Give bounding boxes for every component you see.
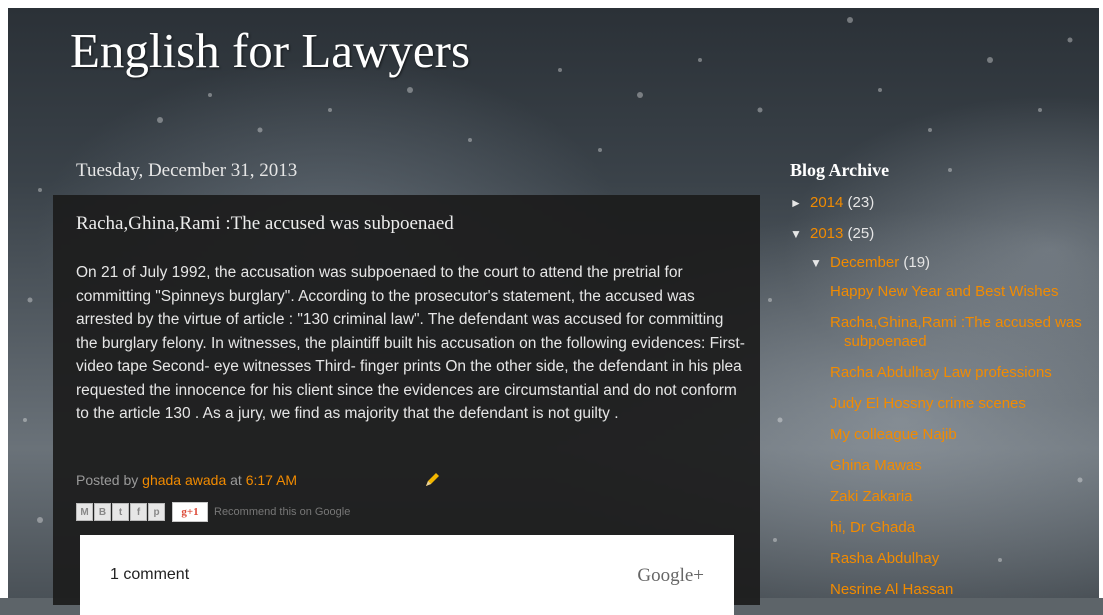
pinterest-share-icon[interactable]: p [148, 503, 165, 521]
archive-post-link[interactable]: Nesrine Al Hassan [830, 581, 953, 598]
at-label: at [230, 472, 242, 488]
post-time-link[interactable]: 6:17 AM [246, 472, 297, 488]
archive-post-item[interactable]: Racha,Ghina,Rami :The accused was subpoe… [790, 307, 1103, 357]
archive-post-link[interactable]: Judy El Hossny crime scenes [830, 395, 1026, 412]
browser-frame-top [0, 0, 1103, 8]
archive-post-item[interactable]: Zaki Zakaria [790, 481, 1103, 512]
archive-year-link[interactable]: 2013 [810, 225, 843, 242]
archive-post-link[interactable]: Racha,Ghina,Rami :The accused was subpoe… [830, 313, 1103, 351]
archive-post-item[interactable]: Nesrine Al Hassan [790, 574, 1103, 605]
blog-title[interactable]: English for Lawyers [70, 22, 470, 79]
post-container: Racha,Ghina,Rami :The accused was subpoe… [53, 195, 760, 615]
post-body: On 21 of July 1992, the accusation was s… [76, 264, 745, 422]
archive-post-link[interactable]: Rasha Abdulhay [830, 550, 939, 567]
archive-post-link[interactable]: Ghina Mawas [830, 457, 922, 474]
post-footer: Posted by ghada awada at 6:17 AM [76, 472, 297, 488]
archive-post-link[interactable]: Racha Abdulhay Law professions [830, 364, 1052, 381]
archive-count: (23) [847, 194, 875, 211]
archive-post-item[interactable]: Rasha Abdulhay [790, 543, 1103, 574]
pencil-edit-icon[interactable] [423, 471, 441, 489]
archive-post-item[interactable]: Ghina Mawas [790, 450, 1103, 481]
archive-post-link[interactable]: hi, Dr Ghada [830, 519, 915, 536]
author-link[interactable]: ghada awada [142, 472, 226, 488]
archive-year-2013[interactable]: ▼ 2013 (25) [790, 218, 1103, 249]
share-row: M B t f p g +1 Recommend this on Google [76, 502, 350, 522]
archive-post-link[interactable]: Zaki Zakaria [830, 488, 913, 505]
posted-by-label: Posted by [76, 472, 139, 488]
archive-post-item[interactable]: Happy New Year and Best Wishes [790, 276, 1103, 307]
recommend-text: Recommend this on Google [214, 506, 351, 518]
sidebar-title: Blog Archive [790, 160, 890, 180]
google-plus-label: Google+ [637, 565, 704, 586]
post-title[interactable]: Racha,Ghina,Rami :The accused was subpoe… [76, 213, 454, 235]
expanded-arrow-icon[interactable]: ▼ [790, 219, 810, 250]
archive-post-item[interactable]: Judy El Hossny crime scenes [790, 388, 1103, 419]
sidebar-blog-archive: Blog Archive ► 2014 (23) ▼ 2013 (25) ▼ Dece… [790, 160, 1103, 605]
archive-post-link[interactable]: My colleague Najib [830, 426, 957, 443]
twitter-share-icon[interactable]: t [112, 503, 129, 521]
post-date-header: Tuesday, December 31, 2013 [76, 160, 298, 181]
archive-month-december[interactable]: ▼ December (19) [790, 249, 1103, 276]
comment-count[interactable]: 1 comment [110, 566, 189, 584]
archive-post-item[interactable]: Racha Abdulhay Law professions [790, 357, 1103, 388]
archive-post-item[interactable]: My colleague Najib [790, 419, 1103, 450]
archive-post-item[interactable]: hi, Dr Ghada [790, 512, 1103, 543]
plus-one-label: +1 [186, 506, 199, 518]
collapsed-arrow-icon[interactable]: ► [790, 188, 810, 219]
comments-box: 1 comment Google+ [80, 535, 734, 615]
archive-count: (25) [847, 225, 875, 242]
expanded-arrow-icon[interactable]: ▼ [810, 250, 830, 277]
blogthis-share-icon[interactable]: B [94, 503, 111, 521]
archive-post-link[interactable]: Happy New Year and Best Wishes [830, 283, 1058, 300]
facebook-share-icon[interactable]: f [130, 503, 147, 521]
archive-count: (19) [903, 254, 931, 271]
archive-year-2014[interactable]: ► 2014 (23) [790, 187, 1103, 218]
email-share-icon[interactable]: M [76, 503, 93, 521]
archive-year-link[interactable]: 2014 [810, 194, 843, 211]
archive-month-link[interactable]: December [830, 254, 899, 271]
browser-frame-left [0, 0, 8, 598]
google-plus-one-button[interactable]: g +1 [172, 502, 208, 522]
